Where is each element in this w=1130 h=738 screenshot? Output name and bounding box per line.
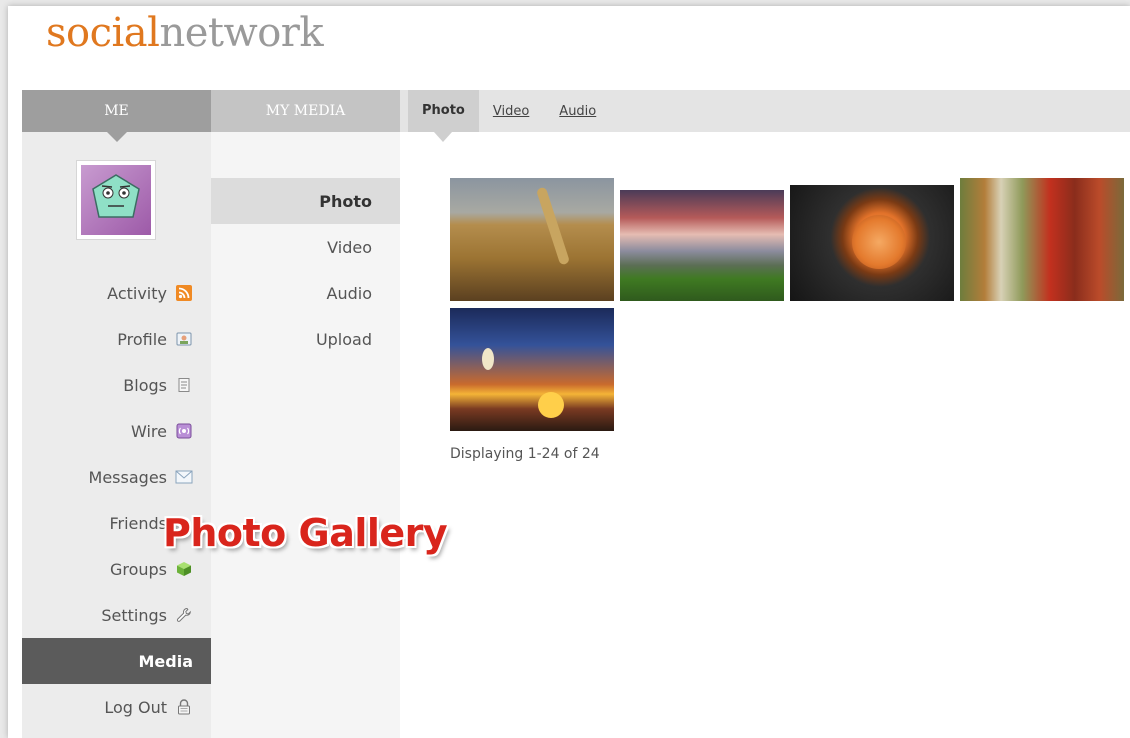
site-logo[interactable]: socialnetwork [46,10,324,56]
tab-audio[interactable]: Audio [559,104,596,119]
envelope-icon [175,468,193,486]
sidebar-item-label: Activity [107,283,167,303]
photo-thumb-wheat[interactable] [450,178,614,301]
sidebar-item-log-out[interactable]: Log Out [22,684,211,730]
sidebar-item-label: Log Out [104,697,167,717]
sidebar-item-blogs[interactable]: Blogs [22,362,211,408]
media-subnav: Photo Video Audio Upload [211,178,413,362]
me-header[interactable]: ME [22,90,211,142]
sidebar-item-label: Friends [109,513,167,533]
media-nav-upload[interactable]: Upload [211,316,400,362]
sidebar-item-settings[interactable]: Settings [22,592,211,638]
app-frame: socialnetwork ME Activity Profile Blogs … [8,6,1130,738]
me-column: ME Activity Profile Blogs Wire Messages … [22,90,225,738]
main-content: Photo Video Audio Displaying 1-24 of 24 [400,90,1130,738]
sidebar-item-label: Messages [88,467,167,487]
tab-photo[interactable]: Photo [408,90,479,142]
lock-icon [175,698,193,716]
sidebar-nav: Activity Profile Blogs Wire Messages Fri… [22,270,225,730]
photo-thumb-rose[interactable] [790,185,954,301]
photo-thumb-palm-sunset[interactable] [450,308,614,431]
avatar-face-icon [92,174,140,218]
profile-card-icon [175,330,193,348]
avatar[interactable] [76,160,156,240]
sidebar-item-label: Media [138,651,193,671]
document-icon [175,376,193,394]
my-media-header[interactable]: MY MEDIA [211,90,400,132]
photo-thumb-forest[interactable] [960,178,1124,301]
media-tabbar: Photo Video Audio [400,90,1130,142]
logo-part-network: network [159,10,324,56]
media-nav-photo[interactable]: Photo [211,178,413,224]
wire-icon [175,422,193,440]
photo-gallery-caption: Photo Gallery [163,511,448,555]
logo-part-social: social [46,10,160,56]
photo-thumb-seashore[interactable] [620,190,784,301]
sidebar-item-activity[interactable]: Activity [22,270,211,316]
sidebar-item-messages[interactable]: Messages [22,454,211,500]
my-media-column: MY MEDIA Photo Video Audio Upload [211,90,413,738]
sidebar-item-profile[interactable]: Profile [22,316,211,362]
sidebar-item-label: Blogs [123,375,167,395]
media-nav-audio[interactable]: Audio [211,270,400,316]
sidebar-item-wire[interactable]: Wire [22,408,211,454]
wrench-icon [175,606,193,624]
rss-icon [175,284,193,302]
media-nav-video[interactable]: Video [211,224,400,270]
avatar-image [81,165,151,235]
display-count: Displaying 1-24 of 24 [450,446,600,462]
tab-video[interactable]: Video [493,104,529,119]
sidebar-item-label: Groups [109,559,167,579]
sidebar-item-label: Wire [131,421,167,441]
sidebar-item-label: Settings [101,605,167,625]
sidebar-item-media[interactable]: Media [22,638,225,684]
cube-icon [175,560,193,578]
sidebar-item-label: Profile [117,329,167,349]
